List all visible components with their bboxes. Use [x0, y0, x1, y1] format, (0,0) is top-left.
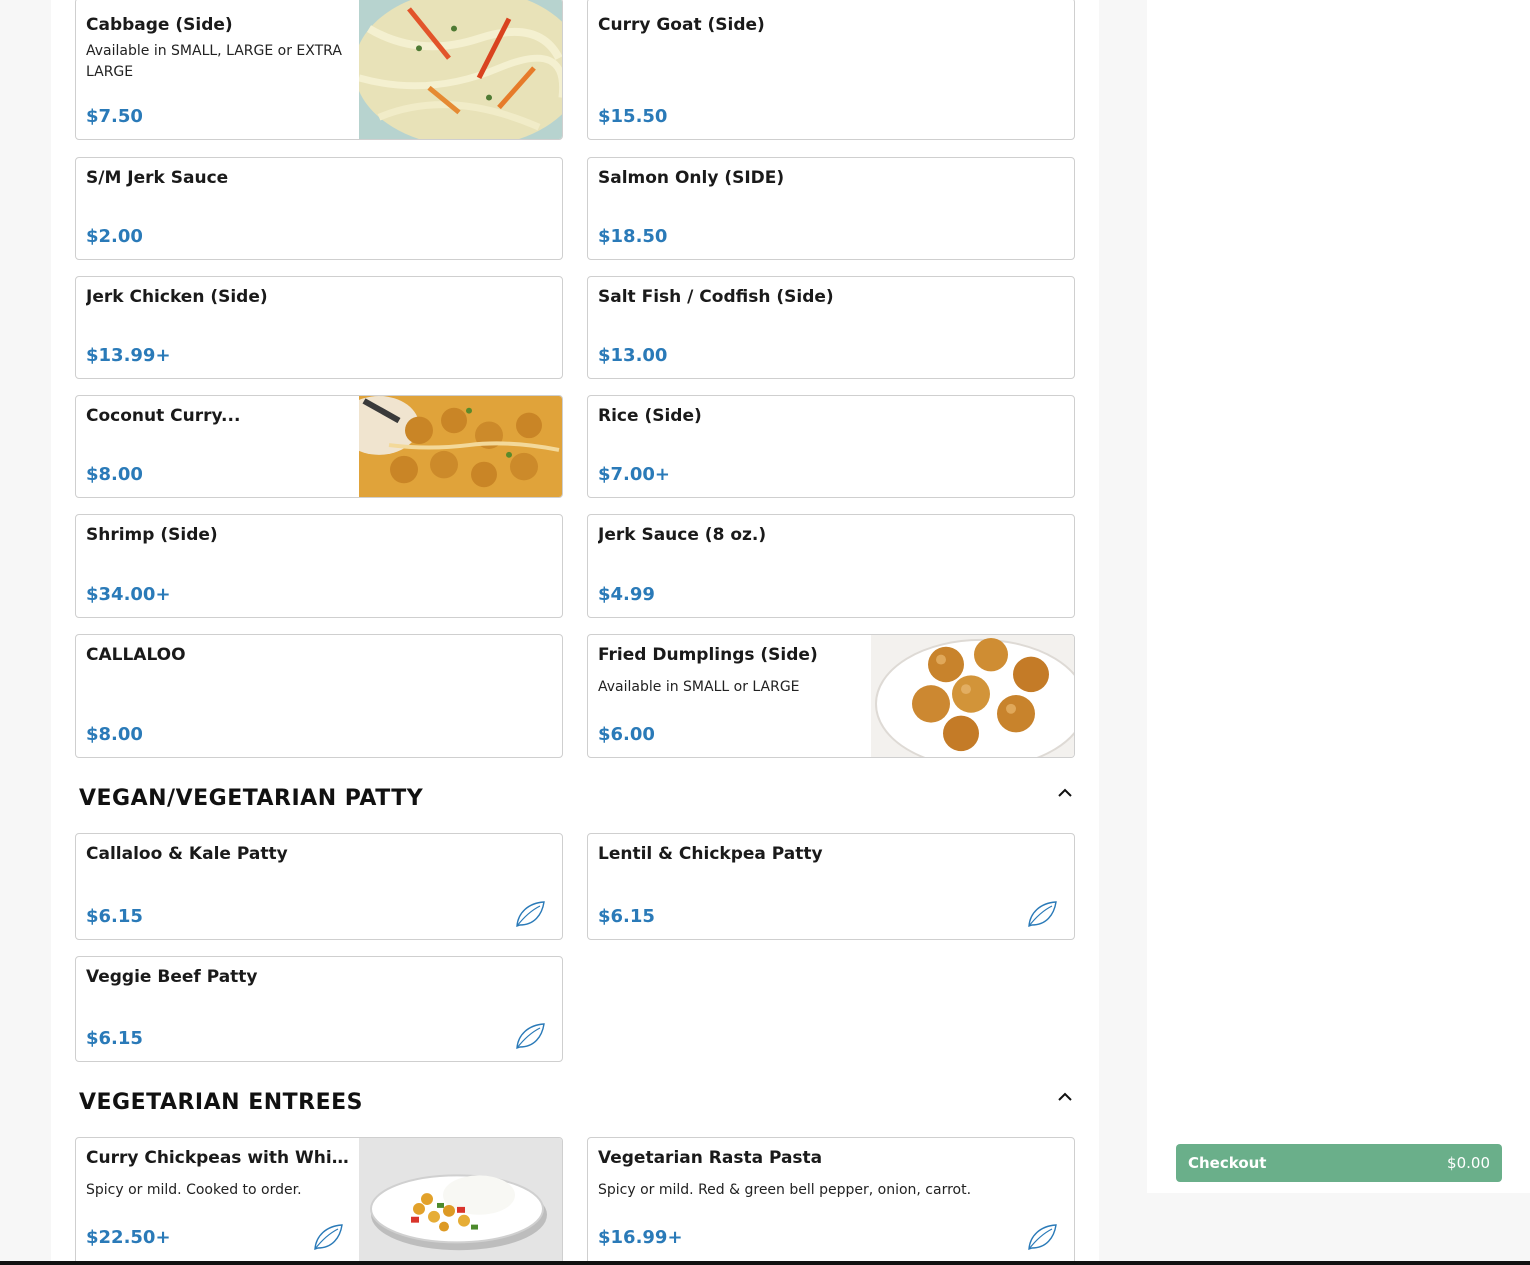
section-title-vegetarian-entrees: VEGETARIAN ENTREES	[79, 1090, 363, 1115]
window-bottom-edge	[0, 1261, 1530, 1265]
leaf-icon	[1028, 1224, 1057, 1250]
item-name: Coconut Curry...	[86, 406, 241, 426]
item-description: Available in SMALL, LARGE or EXTRA LARGE	[86, 43, 342, 80]
chevron-up-icon[interactable]	[1056, 1090, 1074, 1104]
item-name: Vegetarian Rasta Pasta	[598, 1148, 823, 1168]
menu-item-jerk-chicken[interactable]: Jerk Chicken (Side) $13.99+	[75, 276, 563, 379]
checkout-button[interactable]: Checkout $0.00	[1176, 1144, 1502, 1182]
item-name: CALLALOO	[86, 645, 186, 665]
item-name: Veggie Beef Patty	[86, 967, 258, 987]
menu-item-callaloo[interactable]: CALLALOO $8.00	[75, 634, 563, 758]
item-photo-cabbage	[359, 0, 562, 139]
menu-item-coconut-curry[interactable]: Coconut Curry... $8.00	[75, 395, 563, 498]
menu-item-rice[interactable]: Rice (Side) $7.00+	[587, 395, 1075, 498]
menu-item-veggie-beef-patty[interactable]: Veggie Beef Patty $6.15	[75, 956, 563, 1062]
leaf-icon	[314, 1224, 343, 1250]
item-price: $6.15	[86, 1028, 143, 1049]
item-price: $13.00	[598, 345, 668, 366]
section-title-vegan-patty: VEGAN/VEGETARIAN PATTY	[79, 786, 424, 811]
leaf-icon	[1028, 901, 1057, 927]
item-price: $6.15	[598, 906, 655, 927]
item-price: $34.00+	[86, 584, 171, 605]
menu-item-salt-fish[interactable]: Salt Fish / Codfish (Side) $13.00	[587, 276, 1075, 379]
item-price: $8.00	[86, 724, 143, 745]
item-photo-fried-dumplings	[871, 635, 1074, 757]
item-price: $7.00+	[598, 464, 671, 485]
item-price: $15.50	[598, 106, 668, 127]
checkout-amount: $0.00	[1447, 1154, 1490, 1172]
menu-item-jerk-sauce-8oz[interactable]: Jerk Sauce (8 oz.) $4.99	[587, 514, 1075, 618]
item-photo-coconut-curry	[359, 396, 562, 497]
menu-item-salmon-only[interactable]: Salmon Only (SIDE) $18.50	[587, 157, 1075, 260]
item-price: $8.00	[86, 464, 143, 485]
menu-item-fried-dumplings[interactable]: Fried Dumplings (Side) Available in SMAL…	[587, 634, 1075, 758]
item-price: $7.50	[86, 106, 143, 127]
item-name: Jerk Chicken (Side)	[86, 287, 268, 307]
item-price: $16.99+	[598, 1227, 683, 1248]
item-name: Jerk Sauce (8 oz.)	[598, 525, 767, 545]
menu-item-callaloo-kale-patty[interactable]: Callaloo & Kale Patty $6.15	[75, 833, 563, 940]
item-price: $6.15	[86, 906, 143, 927]
item-name: S/M Jerk Sauce	[86, 168, 229, 188]
item-name: Fried Dumplings (Side)	[598, 645, 818, 665]
item-description: Available in SMALL or LARGE	[598, 679, 800, 695]
item-name: Salt Fish / Codfish (Side)	[598, 287, 834, 307]
item-price: $22.50+	[86, 1227, 171, 1248]
menu-item-shrimp[interactable]: Shrimp (Side) $34.00+	[75, 514, 563, 618]
item-description: Spicy or mild. Red & green bell pepper, …	[598, 1182, 972, 1198]
item-price: $13.99+	[86, 345, 171, 366]
item-name: Salmon Only (SIDE)	[598, 168, 785, 188]
item-name: Callaloo & Kale Patty	[86, 844, 288, 864]
item-name: Cabbage (Side)	[86, 15, 233, 35]
item-name: Lentil & Chickpea Patty	[598, 844, 823, 864]
item-price: $18.50	[598, 226, 668, 247]
cart-panel	[1147, 0, 1530, 1193]
item-price: $6.00	[598, 724, 655, 745]
item-name: Curry Goat (Side)	[598, 15, 765, 35]
item-name: Curry Chickpeas with Whi...	[86, 1148, 351, 1168]
item-price: $2.00	[86, 226, 143, 247]
item-name: Shrimp (Side)	[86, 525, 218, 545]
chevron-up-icon[interactable]	[1056, 786, 1074, 800]
menu-item-curry-goat[interactable]: Curry Goat (Side) $15.50	[587, 0, 1075, 140]
leaf-icon	[516, 901, 545, 927]
checkout-label: Checkout	[1188, 1154, 1267, 1172]
menu-item-sm-jerk-sauce[interactable]: S/M Jerk Sauce $2.00	[75, 157, 563, 260]
menu-item-cabbage[interactable]: Cabbage (Side) Available in SMALL, LARGE…	[75, 0, 563, 140]
menu-item-lentil-chickpea-patty[interactable]: Lentil & Chickpea Patty $6.15	[587, 833, 1075, 940]
item-price: $4.99	[598, 584, 655, 605]
menu-item-curry-chickpeas[interactable]: Curry Chickpeas with Whi... Spicy or mil…	[75, 1137, 563, 1265]
menu-item-rasta-pasta[interactable]: Vegetarian Rasta Pasta Spicy or mild. Re…	[587, 1137, 1075, 1265]
item-description: Spicy or mild. Cooked to order.	[86, 1182, 302, 1198]
item-name: Rice (Side)	[598, 406, 702, 426]
item-photo-curry-chickpeas	[359, 1138, 562, 1264]
leaf-icon	[516, 1023, 545, 1049]
